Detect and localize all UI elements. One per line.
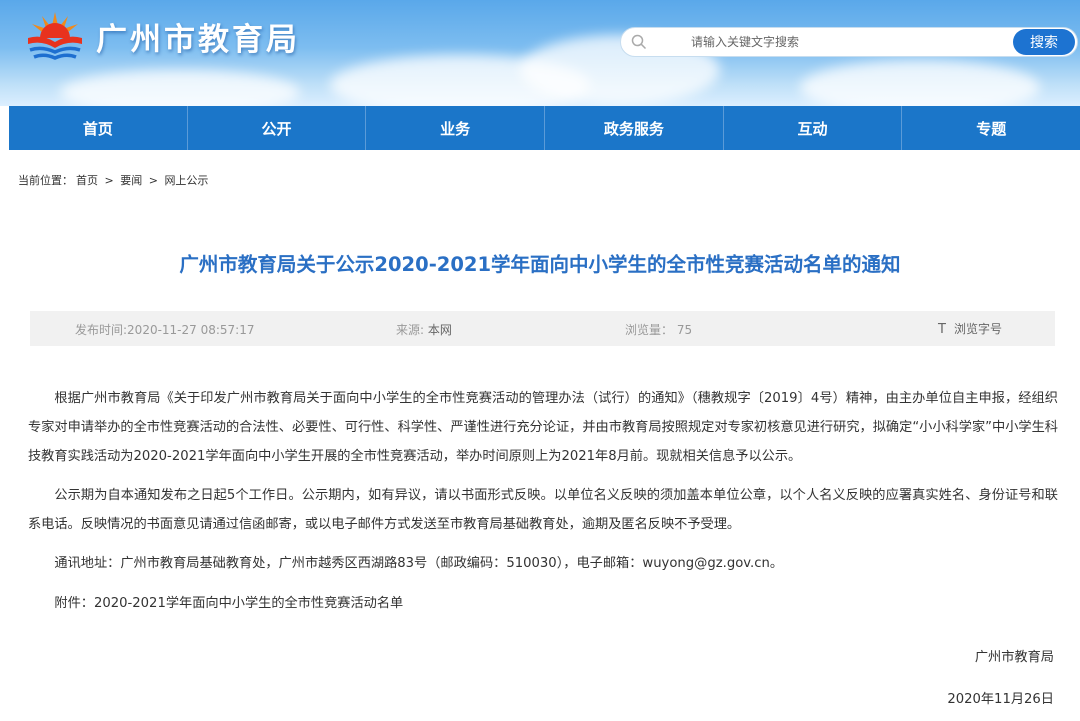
font-size-button[interactable]: T 浏览字号 bbox=[938, 320, 1002, 337]
breadcrumb-current[interactable]: 网上公示 bbox=[164, 174, 208, 187]
views-value: 75 bbox=[676, 323, 693, 337]
search-bar: 搜索 bbox=[620, 27, 1078, 57]
source-value: 本网 bbox=[427, 323, 452, 337]
site-header: 广州市教育局 搜索 bbox=[0, 0, 1080, 106]
views-label: 浏览量： bbox=[625, 323, 674, 337]
article-date: 2020年11月26日 bbox=[947, 692, 1054, 707]
breadcrumb: 当前位置： 首页 > 要闻 > 网上公示 bbox=[18, 172, 211, 188]
publish-time: 发布时间:2020-11-27 08:57:17 bbox=[75, 323, 255, 337]
site-logo[interactable]: 广州市教育局 bbox=[22, 8, 300, 64]
search-button[interactable]: 搜索 bbox=[1013, 29, 1075, 55]
article-source: 来源: 本网 bbox=[396, 321, 452, 338]
article-body: 根据广州市教育局《关于印发广州市教育局关于面向中小学生的全市性竞赛活动的管理办法… bbox=[28, 384, 1058, 628]
nav-item-topics[interactable]: 专题 bbox=[902, 106, 1080, 150]
education-bureau-emblem-icon bbox=[28, 12, 82, 60]
site-title: 广州市教育局 bbox=[96, 21, 300, 58]
breadcrumb-prefix: 当前位置： bbox=[18, 174, 73, 187]
source-label: 来源: bbox=[396, 323, 428, 337]
article-signature: 广州市教育局 bbox=[974, 650, 1054, 665]
article-attachment-link[interactable]: 附件：2020-2021学年面向中小学生的全市性竞赛活动名单 bbox=[28, 589, 1058, 618]
article-contact-paragraph: 通讯地址：广州市教育局基础教育处，广州市越秀区西湖路83号（邮政编码：51003… bbox=[54, 556, 784, 571]
nav-item-government-services[interactable]: 政务服务 bbox=[545, 106, 724, 150]
breadcrumb-link-news[interactable]: 要闻 bbox=[120, 174, 142, 187]
article-paragraph: 公示期为自本通知发布之日起5个工作日。公示期内，如有异议，请以书面形式反映。以单… bbox=[28, 488, 1058, 532]
font-size-label: 浏览字号 bbox=[953, 322, 1002, 336]
article-meta-bar: 发布时间:2020-11-27 08:57:17 来源: 本网 浏览量： 75 … bbox=[30, 311, 1055, 346]
breadcrumb-separator: > bbox=[104, 174, 114, 187]
breadcrumb-link-home[interactable]: 首页 bbox=[76, 174, 98, 187]
nav-item-public[interactable]: 公开 bbox=[188, 106, 367, 150]
nav-item-home[interactable]: 首页 bbox=[9, 106, 188, 150]
nav-item-business[interactable]: 业务 bbox=[366, 106, 546, 150]
cloud-decoration bbox=[800, 60, 1040, 106]
article-paragraph: 根据广州市教育局《关于印发广州市教育局关于面向中小学生的全市性竞赛活动的管理办法… bbox=[28, 391, 1058, 464]
search-icon bbox=[631, 34, 647, 50]
main-nav: 首页 公开 业务 政务服务 互动 专题 bbox=[9, 106, 1080, 150]
font-size-icon: T bbox=[938, 322, 946, 337]
cloud-decoration bbox=[60, 70, 300, 106]
nav-item-interaction[interactable]: 互动 bbox=[724, 106, 903, 150]
article-title: 广州市教育局关于公示2020-2021学年面向中小学生的全市性竞赛活动名单的通知 bbox=[179, 253, 901, 276]
breadcrumb-separator: > bbox=[148, 174, 158, 187]
search-input[interactable] bbox=[691, 35, 991, 49]
view-count: 浏览量： 75 bbox=[625, 321, 692, 338]
